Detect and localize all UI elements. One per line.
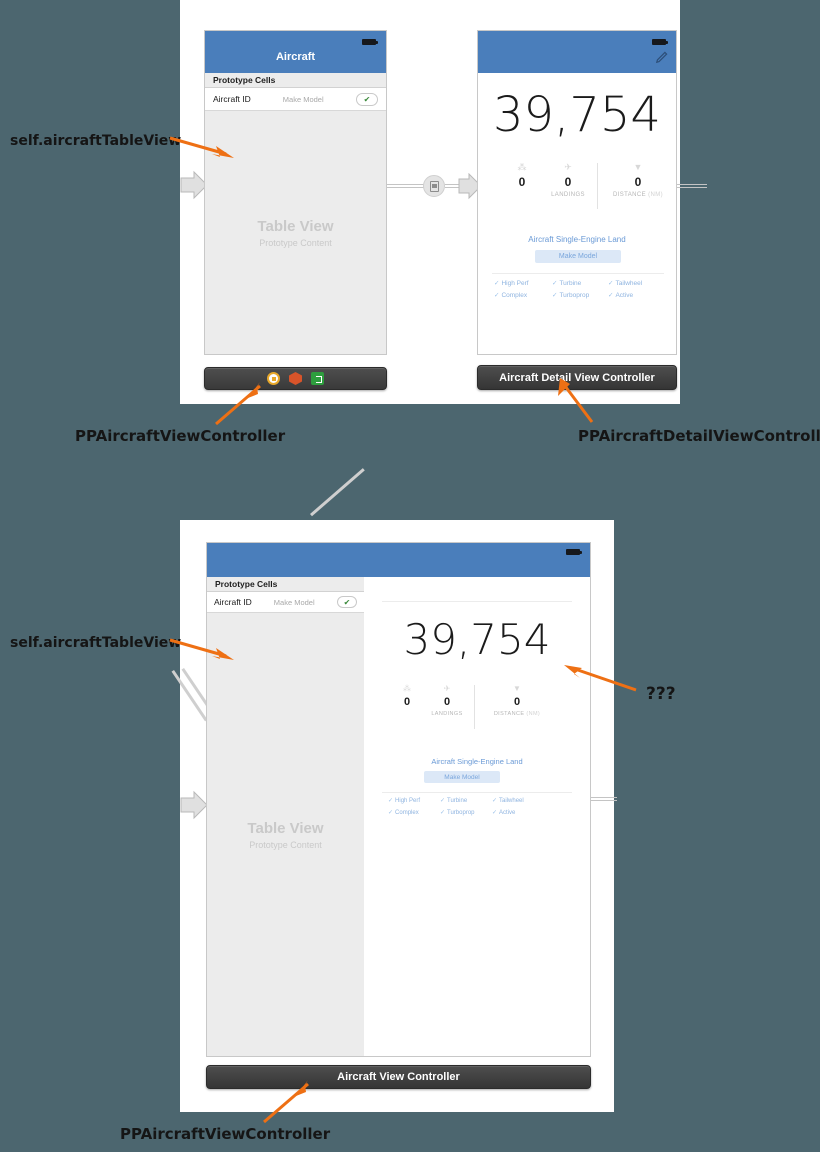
cell-title-label: Aircraft ID [213,94,251,104]
stats-divider [597,163,598,209]
detail-content-pane: 39,754 ⁂ 0 ✈ 0 LANDINGS ▼ 0 DISTANCE (NM… [478,73,676,354]
battery-icon [362,39,378,45]
first-responder-icon[interactable] [289,372,302,385]
stat-distance-label: DISTANCE (NM) [493,711,541,717]
checkmark-icon[interactable]: ✔ [337,596,357,608]
flag-high-perf: ✓ High Perf [388,798,421,804]
stat-landings: ✈ 0 LANDINGS [418,684,476,718]
flags-divider [492,273,664,274]
stat-landings: ✈ 0 LANDINGS [536,162,600,199]
distance-icon: ▼ [513,684,521,693]
segue-line-left [387,184,425,188]
flag-tailwheel: ✓ Tailwheel [608,280,643,287]
segue-glyph [429,180,439,192]
stat-distance-value: 0 [634,175,642,189]
landings-icon: ✈ [564,162,572,172]
distance-icon: ▼ [633,162,643,172]
exit-icon[interactable] [311,372,324,385]
split-navigation-bar [207,543,590,577]
make-model-badge[interactable]: Make Model [424,771,500,783]
stat-distance: ▼ 0 DISTANCE (NM) [606,162,670,199]
table-view-placeholder-subtitle: Prototype Content [249,839,322,850]
cell-detail-label: Make Model [282,94,324,104]
annotation-label-table-bottom: self.aircraftTableView [10,635,182,651]
annotation-arrow-table-top [169,136,234,158]
stat-landings-label: LANDINGS [431,711,463,717]
flag-active: ✓ Active [492,810,516,816]
table-view-placeholder-subtitle: Prototype Content [259,237,332,248]
prototype-cell[interactable]: Aircraft ID Make Model ✔ [205,88,386,111]
flag-complex: ✓ Complex [388,810,419,816]
table-view-placeholder-title: Table View [247,819,324,837]
push-segue-icon[interactable] [423,175,445,197]
make-model-badge[interactable]: Make Model [535,250,621,263]
flag-turbine: ✓ Turbine [440,798,468,804]
section-header-label: Prototype Cells [213,75,276,85]
annotation-arrow-vc-bottom [263,1080,309,1124]
table-view-placeholder-title: Table View [257,217,334,235]
annotation-label-detail-top: PPAircraftDetailViewController [578,427,820,445]
annotation-arrow-question [564,665,637,692]
navigation-bar: Aircraft [205,31,386,73]
flags-grid: ✓ High Perf ✓ Turbine ✓ Tailwheel ✓ Complex … [364,797,590,825]
stats-row: ⁂ 0 ✈ 0 LANDINGS ▼ 0 DISTANCE (NM) [478,163,676,211]
segue-line-detail-right [677,184,707,188]
flag-active: ✓ Active [608,292,634,299]
aircraft-type-label: Aircraft Single-Engine Land [528,235,626,244]
cell-title-label: Aircraft ID [214,597,252,607]
battery-icon [652,39,668,45]
landings-icon: ✈ [443,684,451,693]
aircraft-type-label: Aircraft Single-Engine Land [431,757,523,766]
stat-landings-value: 0 [443,696,451,708]
storyboard-canvas-bottom: Prototype Cells Aircraft ID Make Model ✔… [171,468,617,1112]
table-section-header: Prototype Cells [205,73,386,88]
flag-turboprop: ✓ Turboprop [552,292,590,299]
cell-detail-label: Make Model [273,597,315,607]
flag-turbine: ✓ Turbine [552,280,582,287]
checkmark-icon[interactable]: ✔ [356,92,378,106]
flag-tailwheel: ✓ Tailwheel [492,798,524,804]
aircraft-split-view-device[interactable]: Prototype Cells Aircraft ID Make Model ✔… [206,542,591,1057]
annotation-arrow-vc-top [215,382,261,426]
stat-distance-label: DISTANCE (NM) [612,192,664,198]
stat-distance-value: 0 [513,696,521,708]
table-view-placeholder: Table View Prototype Content [207,613,364,1056]
flag-turboprop: ✓ Turboprop [440,810,475,816]
table-section-header: Prototype Cells [207,577,364,592]
aircraft-detail-view-controller-device[interactable]: 39,754 ⁂ 0 ✈ 0 LANDINGS ▼ 0 DISTANCE (NM… [477,30,677,355]
stats-divider [474,685,475,729]
detail-navigation-bar [478,31,676,73]
annotation-arrow-table-bottom [169,638,234,660]
storyboard-screenshot: Aircraft Prototype Cells Aircraft ID Mak… [0,0,820,1152]
battery-icon [566,549,582,555]
flag-complex: ✓ Complex [494,292,528,299]
pencil-icon[interactable] [654,51,668,65]
prototype-cell[interactable]: Aircraft ID Make Model ✔ [207,592,364,613]
detail-column: 39,754 ⁂ 0 ✈ 0 LANDINGS ▼ 0 DISTANCE (NM… [364,577,590,1056]
aircraft-view-controller-device[interactable]: Aircraft Prototype Cells Aircraft ID Mak… [204,30,387,355]
annotation-label-table-top: self.aircraftTableView [10,133,182,149]
stray-connector-top [310,468,365,517]
stat-distance: ▼ 0 DISTANCE (NM) [484,684,550,718]
flags-divider [382,792,572,793]
annotation-arrow-detail-top [558,378,594,423]
split-connector-right [591,797,617,801]
annotation-label-question: ??? [646,684,676,704]
stat-landings-label: LANDINGS [551,192,585,198]
storyboard-canvas-top: Aircraft Prototype Cells Aircraft ID Mak… [180,0,707,404]
navbar-title: Aircraft [275,51,316,63]
stat-landings-value: 0 [564,175,572,189]
total-hours-value: 39,754 [403,615,551,664]
total-hours-value: 39,754 [493,87,661,143]
detail-top-divider [382,601,572,602]
flag-high-perf: ✓ High Perf [494,280,529,287]
section-header-label: Prototype Cells [215,579,278,589]
flags-grid: ✓ High Perf ✓ Turbine ✓ Tailwheel ✓ Complex … [478,279,676,309]
